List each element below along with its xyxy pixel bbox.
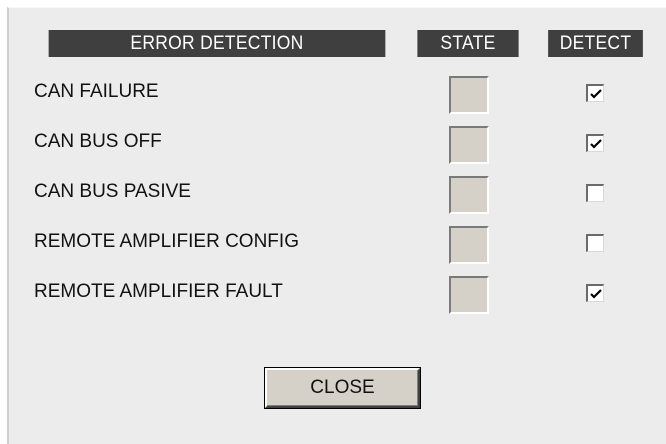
- detect-checkbox-can-bus-off[interactable]: [586, 134, 604, 152]
- state-indicator-can-bus-off: [449, 126, 489, 164]
- checkmark-icon: [590, 89, 602, 99]
- state-indicator-can-failure: [449, 76, 489, 114]
- detect-header: DETECT: [548, 30, 643, 57]
- row-label-remote-amplifier-fault: REMOTE AMPLIFIER FAULT: [34, 281, 283, 302]
- error-detection-panel: ERROR DETECTION STATE DETECT CAN FAILURE…: [7, 7, 666, 444]
- checkmark-icon: [590, 289, 602, 299]
- error-detection-header: ERROR DETECTION: [48, 30, 386, 57]
- detect-checkbox-can-failure[interactable]: [586, 84, 604, 102]
- state-indicator-can-bus-pasive: [449, 176, 489, 214]
- row-label-can-bus-off: CAN BUS OFF: [34, 131, 162, 152]
- detect-checkbox-remote-amplifier-config[interactable]: [586, 234, 604, 252]
- state-header: STATE: [417, 30, 519, 57]
- row-label-can-failure: CAN FAILURE: [34, 81, 159, 102]
- state-indicator-remote-amplifier-fault: [449, 276, 489, 314]
- close-button[interactable]: CLOSE: [265, 368, 420, 408]
- detect-checkbox-remote-amplifier-fault[interactable]: [586, 284, 604, 302]
- row-label-remote-amplifier-config: REMOTE AMPLIFIER CONFIG: [34, 231, 299, 252]
- state-indicator-remote-amplifier-config: [449, 226, 489, 264]
- row-label-can-bus-pasive: CAN BUS PASIVE: [34, 181, 191, 202]
- checkmark-icon: [590, 139, 602, 149]
- detect-checkbox-can-bus-pasive[interactable]: [586, 184, 604, 202]
